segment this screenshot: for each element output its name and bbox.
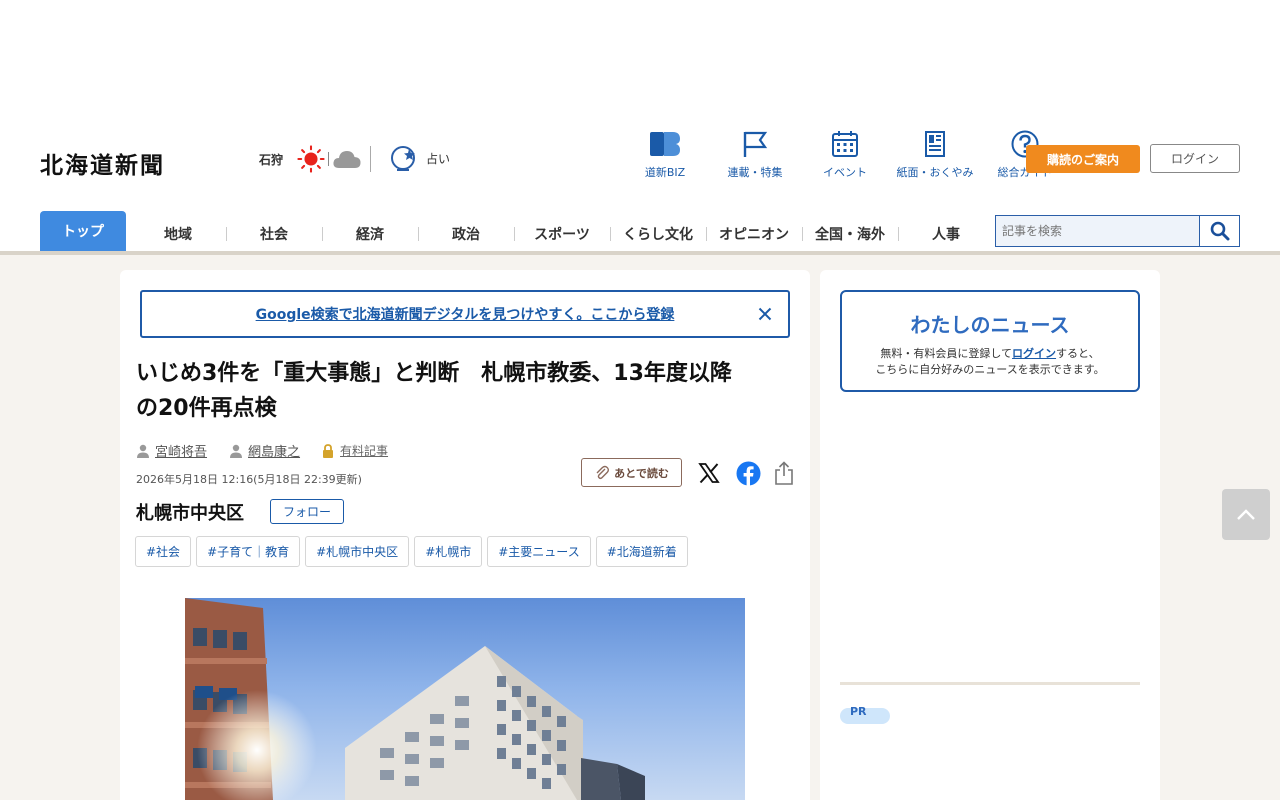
gnav-politics[interactable]: 政治 <box>418 214 514 254</box>
weather-widget[interactable]: 石狩 <box>259 145 379 173</box>
share-icon <box>775 461 793 485</box>
tag-link[interactable]: #札幌市 <box>414 536 483 567</box>
top-ad-area <box>0 0 1280 128</box>
nav-underline <box>0 251 1280 255</box>
gnav-national[interactable]: 全国・海外 <box>802 214 898 254</box>
newspaper-icon <box>925 131 945 157</box>
publish-date: 2026年5月18日 12:16(5月18日 22:39更新) <box>136 473 362 486</box>
location-name: 札幌市中央区 <box>136 503 244 524</box>
flag-icon <box>743 131 768 157</box>
fortune-link[interactable]: 占い <box>390 143 450 173</box>
tag-link[interactable]: #札幌市中央区 <box>305 536 410 567</box>
biz-logo-icon <box>650 132 680 156</box>
subscribe-button[interactable]: 購読のご案内 <box>1026 145 1140 173</box>
share-x-button[interactable] <box>696 460 722 486</box>
sidebar-divider <box>840 682 1140 685</box>
author-link[interactable]: 宮崎将吾 <box>136 441 207 460</box>
tag-link[interactable]: #子育て｜教育 <box>196 536 301 567</box>
headline-line-1: いじめ3件を「重大事態」と判断 札幌市教委、13年度以降 <box>136 361 732 386</box>
author-link[interactable]: 網島康之 <box>229 441 300 460</box>
author-name: 網島康之 <box>248 445 301 460</box>
paperclip-icon <box>596 465 610 479</box>
tag-link[interactable]: #社会 <box>135 536 192 567</box>
nav-paper-obituary[interactable]: 紙面・おくやみ <box>890 130 980 180</box>
close-icon[interactable] <box>756 305 774 323</box>
article-photo[interactable] <box>185 598 745 800</box>
cloud-icon <box>333 151 361 168</box>
person-icon <box>230 444 243 458</box>
fortune-label: 占い <box>426 151 451 166</box>
weather-area: 石狩 <box>259 152 284 167</box>
my-news-title: わたしのニュース <box>910 313 1070 337</box>
nav-series[interactable]: 連載・特集 <box>710 130 800 180</box>
my-news-desc-post: すると、 <box>1056 347 1100 360</box>
facebook-icon <box>736 461 760 486</box>
header-icon-nav: 道新BIZ 連載・特集 イベント 紙面・おくやみ 総合ガイド <box>620 130 1070 180</box>
read-later-button[interactable]: あとで読む <box>581 458 682 487</box>
nav-icon-label: イベント <box>823 166 867 179</box>
calendar-icon <box>832 131 858 157</box>
banner-link[interactable]: Google検索で北海道新聞デジタルを見つけやすく。ここから登録 <box>256 304 675 324</box>
site-logo[interactable]: 北海道新聞 <box>40 146 165 180</box>
lock-icon <box>323 443 334 458</box>
gnav-opinion[interactable]: オピニオン <box>706 214 802 254</box>
my-news-description: 無料・有料会員に登録してログインすると、 こちらに自分好みのニュースを表示できま… <box>842 346 1138 378</box>
article-headline: いじめ3件を「重大事態」と判断 札幌市教委、13年度以降 の20件再点検 <box>136 356 796 426</box>
read-later-label: あとで読む <box>614 466 669 480</box>
header-divider <box>370 146 372 172</box>
gnav-sports[interactable]: スポーツ <box>514 214 610 254</box>
gnav-culture[interactable]: くらし文化 <box>610 214 706 254</box>
follow-button[interactable]: フォロー <box>270 499 344 524</box>
nav-icon-label: 紙面・おくやみ <box>896 166 974 179</box>
pr-badge: PR <box>840 706 890 724</box>
search-input[interactable] <box>996 216 1199 246</box>
share-button[interactable] <box>771 460 797 486</box>
nav-doshin-biz[interactable]: 道新BIZ <box>620 130 710 180</box>
building-photo-illustration <box>185 598 645 800</box>
author-name: 宮崎将吾 <box>155 445 208 460</box>
gnav-personnel[interactable]: 人事 <box>898 214 994 254</box>
paid-label: 有料記事 <box>340 444 389 458</box>
weather-divider <box>328 152 330 166</box>
nav-events[interactable]: イベント <box>800 130 890 180</box>
chevron-up-icon <box>1237 508 1255 520</box>
my-news-box: わたしのニュース 無料・有料会員に登録してログインすると、 こちらに自分好みのニ… <box>840 290 1140 392</box>
paid-article-badge[interactable]: 有料記事 <box>322 442 388 459</box>
gnav-region[interactable]: 地域 <box>130 214 226 254</box>
x-logo-icon <box>698 463 720 484</box>
nav-icon-label: 連載・特集 <box>727 166 783 179</box>
share-facebook-button[interactable] <box>735 460 761 486</box>
tag-link[interactable]: #北海道新着 <box>595 536 688 567</box>
my-news-desc-pre: 無料・有料会員に登録して <box>880 347 1013 360</box>
my-news-desc-line2: こちらに自分好みのニュースを表示できます。 <box>875 363 1105 376</box>
search-button[interactable] <box>1199 216 1239 246</box>
gnav-economy[interactable]: 経済 <box>322 214 418 254</box>
person-icon <box>137 444 149 458</box>
my-news-login-link[interactable]: ログイン <box>1012 347 1056 360</box>
tag-list: #社会 #子育て｜教育 #札幌市中央区 #札幌市 #主要ニュース #北海道新着 <box>135 536 693 567</box>
sun-icon <box>297 145 325 173</box>
tag-link[interactable]: #主要ニュース <box>487 536 591 567</box>
article-search <box>995 215 1240 247</box>
nav-icon-label: 道新BIZ <box>644 166 686 179</box>
headline-line-2: の20件再点検 <box>136 396 277 421</box>
back-to-top-button[interactable] <box>1222 489 1270 540</box>
gnav-society[interactable]: 社会 <box>226 214 322 254</box>
global-nav: トップ 地域 社会 経済 政治 スポーツ くらし文化 オピニオン 全国・海外 人… <box>40 211 994 254</box>
login-button[interactable]: ログイン <box>1150 144 1240 173</box>
gnav-top[interactable]: トップ <box>40 211 126 254</box>
fortune-icon <box>391 146 415 171</box>
search-icon <box>1210 221 1229 241</box>
google-signup-banner: Google検索で北海道新聞デジタルを見つけやすく。ここから登録 <box>140 290 790 338</box>
byline: 宮崎将吾 網島康之 有料記事 <box>136 441 388 460</box>
